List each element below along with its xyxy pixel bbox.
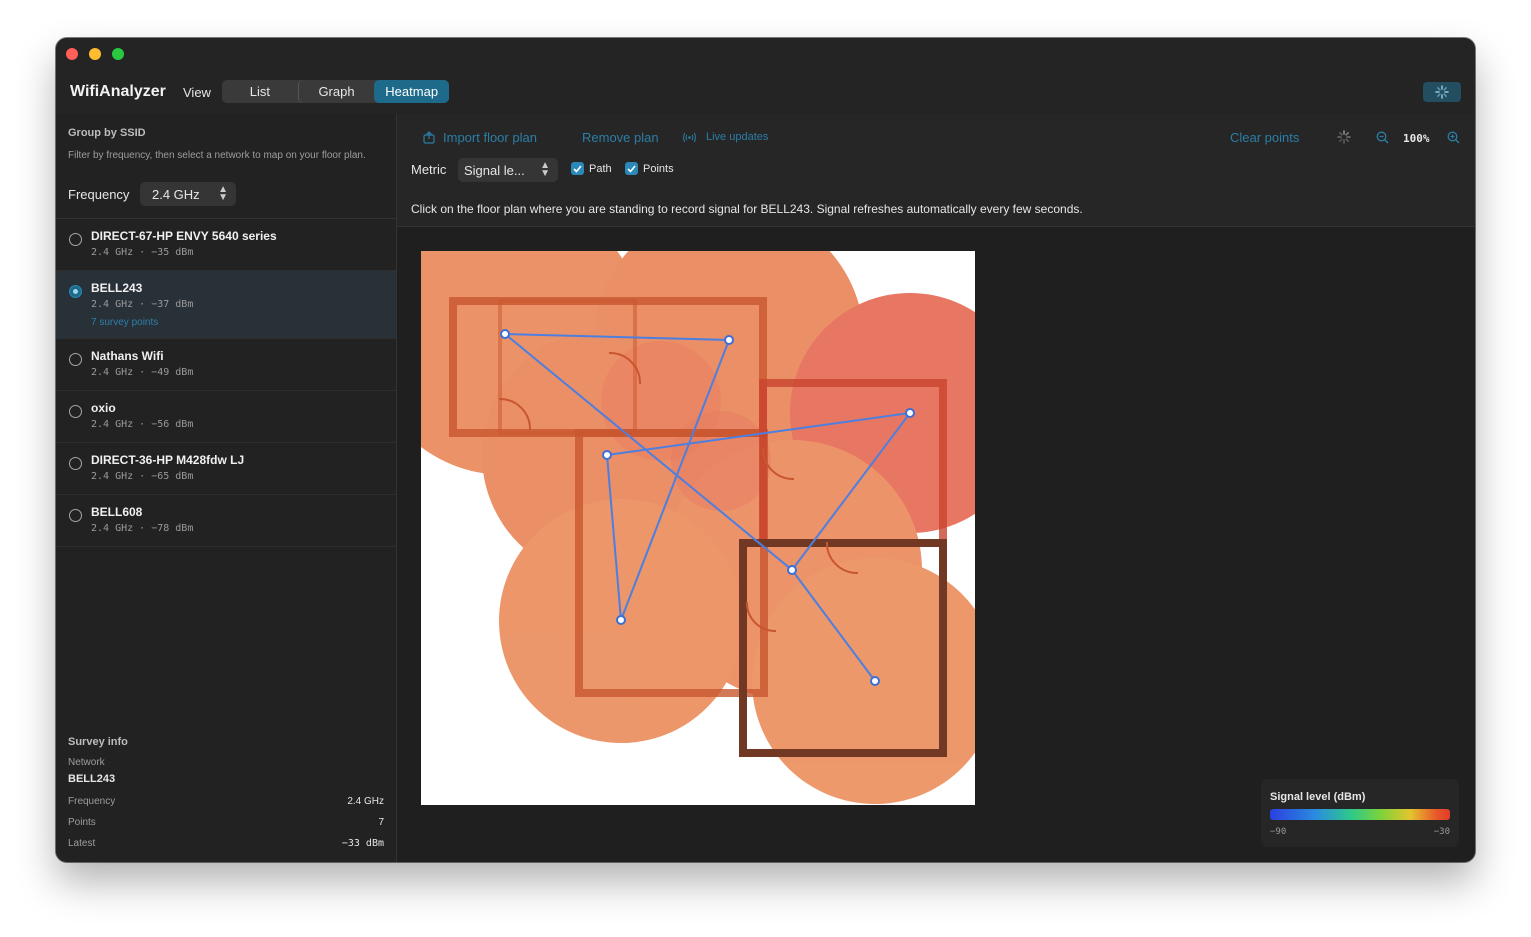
sidebar-title: Group by SSID: [68, 127, 146, 139]
heatmap-toolbar: Import floor plan Remove plan Live updat…: [397, 114, 1475, 227]
network-list: DIRECT-67-HP ENVY 5640 series 2.4 GHz · …: [56, 219, 396, 547]
view-label: View: [183, 85, 211, 100]
spinner-icon: [1435, 85, 1449, 99]
survey-point[interactable]: [870, 676, 880, 686]
radio-button[interactable]: [69, 457, 82, 470]
import-icon: [423, 131, 435, 144]
network-item[interactable]: oxio 2.4 GHz · −56 dBm: [56, 391, 396, 443]
clear-points-label: Clear points: [1230, 130, 1300, 145]
points-label: Points: [643, 162, 674, 175]
network-name: BELL608: [91, 505, 143, 519]
live-updates-toggle[interactable]: Live updates: [682, 131, 768, 143]
radio-button[interactable]: [69, 353, 82, 366]
remove-plan-label: Remove plan: [582, 130, 659, 145]
survey-points-label: Points: [68, 817, 96, 828]
remove-plan-button[interactable]: Remove plan: [582, 130, 659, 145]
app-window: WifiAnalyzer View List Graph Heatmap Gro…: [56, 38, 1475, 862]
zoom-level: 100%: [1403, 132, 1430, 145]
checkmark-icon: [625, 162, 638, 175]
broadcast-icon: [683, 132, 696, 142]
network-item[interactable]: Nathans Wifi 2.4 GHz · −49 dBm: [56, 339, 396, 391]
network-meta: 2.4 GHz · −35 dBm: [91, 247, 194, 258]
network-name: DIRECT-67-HP ENVY 5640 series: [91, 229, 277, 243]
live-updates-label: Live updates: [706, 131, 769, 143]
survey-points-count: 7 survey points: [91, 317, 159, 328]
survey-points-value: 7: [378, 817, 384, 828]
network-meta: 2.4 GHz · −37 dBm: [91, 299, 194, 310]
legend-min: −90: [1270, 827, 1287, 837]
legend-title: Signal level (dBm): [1270, 791, 1366, 803]
points-checkbox[interactable]: Points: [625, 162, 674, 175]
path-checkbox[interactable]: Path: [571, 162, 612, 175]
view-segmented-control: List Graph Heatmap: [222, 80, 450, 103]
sidebar: Group by SSID Filter by frequency, then …: [56, 114, 397, 862]
survey-point[interactable]: [602, 450, 612, 460]
zoom-in-icon: [1447, 131, 1460, 144]
sidebar-description: Filter by frequency, then select a netwo…: [68, 150, 366, 161]
network-meta: 2.4 GHz · −49 dBm: [91, 367, 194, 378]
frequency-value: 2.4 GHz: [152, 186, 200, 202]
frequency-select[interactable]: 2.4 GHz ▲ ▼: [140, 182, 236, 206]
radio-button[interactable]: [69, 405, 82, 418]
tab-heatmap[interactable]: Heatmap: [374, 80, 450, 103]
network-meta: 2.4 GHz · −78 dBm: [91, 523, 194, 534]
network-item[interactable]: DIRECT-36-HP M428fdw LJ 2.4 GHz · −65 dB…: [56, 443, 396, 495]
survey-point[interactable]: [724, 335, 734, 345]
checkmark-icon: [571, 162, 584, 175]
loading-indicator: [1337, 130, 1351, 144]
frequency-label: Frequency: [68, 187, 130, 202]
survey-info-panel: Survey info Network BELL243 Frequency 2.…: [68, 736, 384, 849]
heatmap-main: Import floor plan Remove plan Live updat…: [397, 114, 1475, 862]
survey-latest-value: −33 dBm: [341, 838, 384, 849]
zoom-window-button[interactable]: [112, 48, 124, 60]
survey-network-value: BELL243: [68, 773, 116, 785]
network-name: DIRECT-36-HP M428fdw LJ: [91, 453, 245, 467]
signal-legend: Signal level (dBm) −90 −30: [1261, 779, 1459, 847]
network-meta: 2.4 GHz · −56 dBm: [91, 419, 194, 430]
chevron-updown-icon: ▲ ▼: [218, 184, 228, 203]
survey-frequency-value: 2.4 GHz: [347, 796, 384, 807]
scan-activity-button[interactable]: [1423, 82, 1461, 102]
import-floor-plan-label: Import floor plan: [443, 130, 537, 145]
heatmap-svg: [421, 251, 975, 804]
survey-point[interactable]: [616, 615, 626, 625]
survey-point[interactable]: [787, 565, 797, 575]
path-label: Path: [589, 162, 612, 175]
network-meta: 2.4 GHz · −65 dBm: [91, 471, 194, 482]
instructions-text: Click on the floor plan where you are st…: [411, 202, 1083, 216]
survey-network-label: Network: [68, 757, 105, 768]
network-item-selected[interactable]: BELL243 2.4 GHz · −37 dBm 7 survey point…: [56, 271, 396, 339]
chevron-updown-icon: ▲ ▼: [540, 160, 550, 179]
legend-max: −30: [1433, 827, 1450, 837]
floor-plan-canvas[interactable]: [421, 251, 975, 805]
metric-value: Signal le...: [464, 162, 525, 178]
survey-point[interactable]: [500, 329, 510, 339]
import-floor-plan-button[interactable]: Import floor plan: [423, 130, 537, 145]
radio-button[interactable]: [69, 233, 82, 246]
clear-points-button[interactable]: Clear points: [1230, 130, 1299, 145]
radio-button[interactable]: [69, 509, 82, 522]
survey-frequency-label: Frequency: [68, 796, 116, 807]
metric-select[interactable]: Signal le... ▲ ▼: [458, 158, 558, 182]
zoom-in-button[interactable]: [1447, 131, 1460, 144]
network-name: oxio: [91, 401, 116, 415]
minimize-window-button[interactable]: [89, 48, 101, 60]
metric-label: Metric: [411, 162, 447, 177]
survey-latest-label: Latest: [68, 838, 96, 849]
survey-info-title: Survey info: [68, 736, 128, 748]
network-item[interactable]: DIRECT-67-HP ENVY 5640 series 2.4 GHz · …: [56, 219, 396, 271]
legend-gradient-bar: [1270, 809, 1450, 820]
close-window-button[interactable]: [66, 48, 78, 60]
tab-graph[interactable]: Graph: [297, 80, 375, 103]
survey-point[interactable]: [905, 408, 915, 418]
zoom-out-button[interactable]: [1376, 131, 1389, 144]
app-title: WifiAnalyzer: [70, 83, 166, 100]
tab-list[interactable]: List: [222, 80, 298, 103]
radio-button-selected[interactable]: [69, 285, 82, 298]
spinner-icon: [1337, 130, 1351, 144]
zoom-out-icon: [1376, 131, 1389, 144]
network-item[interactable]: BELL608 2.4 GHz · −78 dBm: [56, 495, 396, 547]
network-name: BELL243: [91, 281, 143, 295]
network-name: Nathans Wifi: [91, 349, 164, 363]
